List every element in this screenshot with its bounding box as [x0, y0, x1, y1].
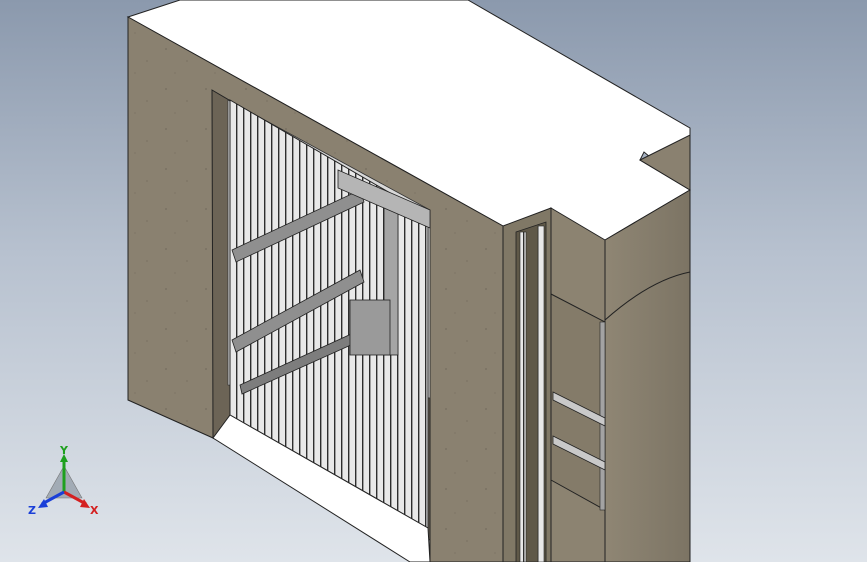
3d-model-view[interactable]	[0, 0, 867, 562]
slot-rail-right	[537, 225, 545, 562]
inner-block	[349, 299, 391, 356]
slot-rail-left	[519, 231, 527, 562]
coordinate-triad-icon: Y X Z	[28, 446, 99, 517]
y-axis-label: Y	[59, 446, 69, 457]
right-face-wall	[604, 189, 691, 562]
z-axis-label: Z	[28, 504, 36, 517]
x-axis-label: X	[90, 504, 99, 517]
graphics-viewport[interactable]: Y X Z	[0, 0, 867, 562]
